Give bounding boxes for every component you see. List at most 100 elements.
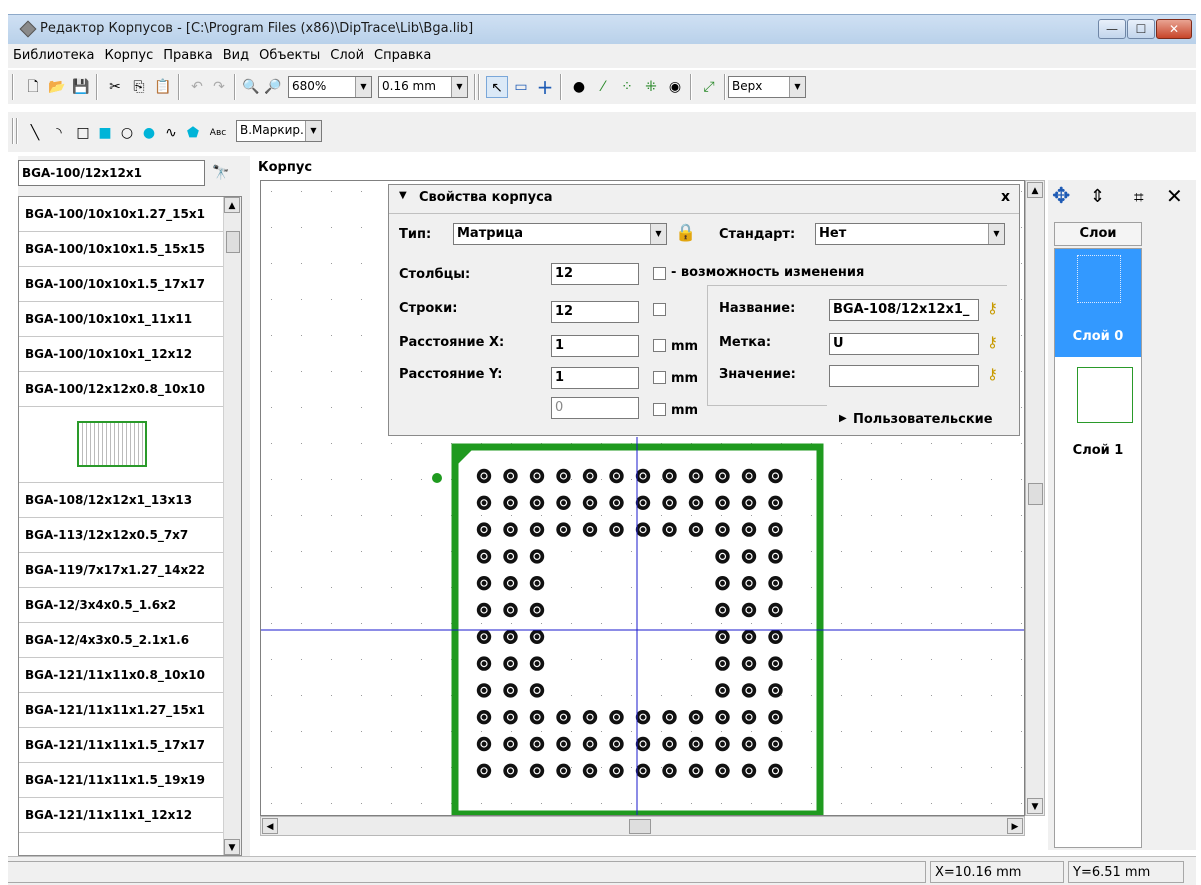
cut-icon[interactable]: ✂ bbox=[104, 76, 126, 98]
pattern-list-item[interactable]: BGA-100/10x10x1_12x12 bbox=[19, 337, 223, 372]
menu-help[interactable]: Справка bbox=[369, 44, 436, 63]
scroll-thumb[interactable] bbox=[1028, 483, 1043, 505]
menu-library[interactable]: Библиотека bbox=[8, 44, 100, 63]
zoom-select[interactable]: 680% ▼ bbox=[288, 76, 372, 98]
open-folder-icon[interactable]: 📂 bbox=[46, 76, 68, 98]
expand-arrow-icon[interactable]: ▶ bbox=[839, 413, 847, 424]
place-pad-icon[interactable]: ● bbox=[568, 76, 590, 98]
pad-circle-icon[interactable]: ⁜ bbox=[640, 76, 662, 98]
pattern-list-item[interactable]: BGA-100/10x10x1.5_15x15 bbox=[19, 232, 223, 267]
new-file-icon[interactable]: 🗋 bbox=[22, 76, 44, 98]
pattern-list-item[interactable]: BGA-100/10x10x1_11x11 bbox=[19, 302, 223, 337]
copy-icon[interactable]: ⎘ bbox=[128, 76, 150, 98]
menu-layer[interactable]: Слой bbox=[325, 44, 369, 63]
rows-input[interactable]: 12 bbox=[551, 301, 639, 323]
layer-item-1[interactable]: Слой 1 bbox=[1055, 361, 1141, 471]
draw-layer-select[interactable]: В.Маркир. ▼ bbox=[236, 120, 322, 142]
scroll-thumb[interactable] bbox=[629, 819, 651, 834]
line-tool-icon[interactable]: ╲ bbox=[24, 122, 46, 144]
origin-tool-icon[interactable]: + bbox=[534, 76, 556, 98]
spacing-y-checkbox[interactable] bbox=[653, 371, 666, 384]
scroll-left-icon[interactable]: ◀ bbox=[262, 818, 278, 834]
lock-icon[interactable]: 🔒 bbox=[675, 223, 696, 243]
spacing-y-input[interactable]: 1 bbox=[551, 367, 639, 389]
maximize-button[interactable]: ☐ bbox=[1127, 19, 1155, 39]
menu-edit[interactable]: Правка bbox=[158, 44, 217, 63]
pattern-list-item[interactable]: BGA-113/12x12x0.5_7x7 bbox=[19, 518, 223, 553]
spacing-x-input[interactable]: 1 bbox=[551, 335, 639, 357]
save-icon[interactable]: 💾 bbox=[70, 76, 92, 98]
type-select[interactable]: Матрица ▼ bbox=[453, 223, 667, 245]
scroll-down-icon[interactable]: ▼ bbox=[224, 839, 240, 855]
columns-input[interactable]: 12 bbox=[551, 263, 639, 285]
rows-checkbox[interactable] bbox=[653, 303, 666, 316]
grid-select[interactable]: 0.16 mm ▼ bbox=[378, 76, 468, 98]
pattern-list-item[interactable]: BGA-12/4x3x0.5_2.1x1.6 bbox=[19, 623, 223, 658]
pattern-list-item[interactable]: BGA-121/11x11x1.5_17x17 bbox=[19, 728, 223, 763]
properties-header[interactable]: ▼ Свойства корпуса x bbox=[389, 185, 1019, 213]
layer-item-0[interactable]: Слой 0 bbox=[1055, 249, 1141, 357]
scroll-down-icon[interactable]: ▼ bbox=[1027, 798, 1043, 814]
dimension-icon[interactable]: ⤢ bbox=[698, 76, 720, 98]
collapse-arrow-icon[interactable]: ▼ bbox=[399, 190, 407, 201]
spacing-x-checkbox[interactable] bbox=[653, 339, 666, 352]
key-icon[interactable]: ⚷ bbox=[987, 365, 998, 383]
pattern-list-scrollbar[interactable]: ▲ ▼ bbox=[223, 197, 241, 855]
pattern-list-item[interactable]: BGA-100/10x10x1.27_15x1 bbox=[19, 197, 223, 232]
text-tool-icon[interactable]: Aвс bbox=[204, 122, 232, 144]
extra-spacing-checkbox[interactable] bbox=[653, 403, 666, 416]
pattern-list-item[interactable]: BGA-121/11x11x1.5_19x19 bbox=[19, 763, 223, 798]
redo-icon[interactable]: ↷ bbox=[208, 76, 230, 98]
name-input[interactable]: BGA-108/12x12x1_ bbox=[829, 299, 979, 321]
canvas-horizontal-scrollbar[interactable]: ◀ ▶ bbox=[260, 816, 1025, 836]
scroll-up-icon[interactable]: ▲ bbox=[224, 197, 240, 213]
custom-properties-link[interactable]: Пользовательские bbox=[853, 412, 993, 427]
move-icon[interactable]: ✥ bbox=[1052, 184, 1070, 209]
close-button[interactable]: ✕ bbox=[1156, 19, 1192, 39]
pattern-preview[interactable] bbox=[19, 407, 223, 483]
value-input[interactable] bbox=[829, 365, 979, 387]
canvas-vertical-scrollbar[interactable]: ▲ ▼ bbox=[1025, 180, 1045, 816]
scroll-up-icon[interactable]: ▲ bbox=[1027, 182, 1043, 198]
extra-spacing-input[interactable]: 0 bbox=[551, 397, 639, 419]
menu-objects[interactable]: Объекты bbox=[254, 44, 325, 63]
pattern-list-item[interactable]: BGA-121/11x11x1_12x12 bbox=[19, 798, 223, 833]
pattern-list-item[interactable]: BGA-12/3x4x0.5_1.6x2 bbox=[19, 588, 223, 623]
zoom-fit-icon[interactable]: 🔎 bbox=[262, 76, 284, 98]
up-down-arrows-icon[interactable]: ⇕ bbox=[1090, 186, 1105, 207]
layer-settings-icon[interactable]: ⌗ bbox=[1134, 188, 1144, 208]
rectangle-tool-icon[interactable]: □ bbox=[72, 122, 94, 144]
polygon-tool-icon[interactable]: ⬟ bbox=[182, 122, 204, 144]
delete-layer-icon[interactable]: ✕ bbox=[1166, 184, 1183, 208]
scroll-thumb[interactable] bbox=[226, 231, 240, 253]
pattern-search-input[interactable]: BGA-100/12x12x1 bbox=[18, 160, 205, 186]
ellipse-tool-icon[interactable]: ○ bbox=[116, 122, 138, 144]
resize-checkbox[interactable] bbox=[653, 267, 666, 280]
pattern-list-item[interactable]: BGA-100/10x10x1.5_17x17 bbox=[19, 267, 223, 302]
key-icon[interactable]: ⚷ bbox=[987, 299, 998, 317]
pad-matrix-icon[interactable]: ⁘ bbox=[616, 76, 638, 98]
pattern-list-item[interactable]: BGA-119/7x17x1.27_14x22 bbox=[19, 553, 223, 588]
minimize-button[interactable]: — bbox=[1098, 19, 1126, 39]
polyline-tool-icon[interactable]: ∿ bbox=[160, 122, 182, 144]
filled-rectangle-tool-icon[interactable]: ■ bbox=[94, 122, 116, 144]
pad-array-icon[interactable]: ⁄ bbox=[592, 76, 614, 98]
measure-tool-icon[interactable]: ▭ bbox=[510, 76, 532, 98]
standard-select[interactable]: Нет ▼ bbox=[815, 223, 1005, 245]
pattern-list-item[interactable]: BGA-108/12x12x1_13x13 bbox=[19, 483, 223, 518]
pointer-tool-icon[interactable]: ↖ bbox=[486, 76, 508, 98]
paste-icon[interactable]: 📋 bbox=[152, 76, 174, 98]
zoom-icon[interactable]: 🔍 bbox=[240, 76, 262, 98]
scroll-right-icon[interactable]: ▶ bbox=[1007, 818, 1023, 834]
pattern-list-item[interactable]: BGA-121/11x11x0.8_10x10 bbox=[19, 658, 223, 693]
pattern-list-item[interactable]: BGA-100/12x12x0.8_10x10 bbox=[19, 372, 223, 407]
hole-icon[interactable]: ◉ bbox=[664, 76, 686, 98]
arc-tool-icon[interactable]: ◝ bbox=[48, 122, 70, 144]
menu-view[interactable]: Вид bbox=[218, 44, 254, 63]
properties-close-button[interactable]: x bbox=[1001, 189, 1010, 205]
pattern-list-item[interactable]: BGA-121/11x11x1.27_15x1 bbox=[19, 693, 223, 728]
menu-pattern[interactable]: Корпус bbox=[100, 44, 159, 63]
filled-ellipse-tool-icon[interactable]: ● bbox=[138, 122, 160, 144]
binoculars-icon[interactable]: 🔭 bbox=[212, 165, 229, 181]
side-select[interactable]: Верх ▼ bbox=[728, 76, 806, 98]
